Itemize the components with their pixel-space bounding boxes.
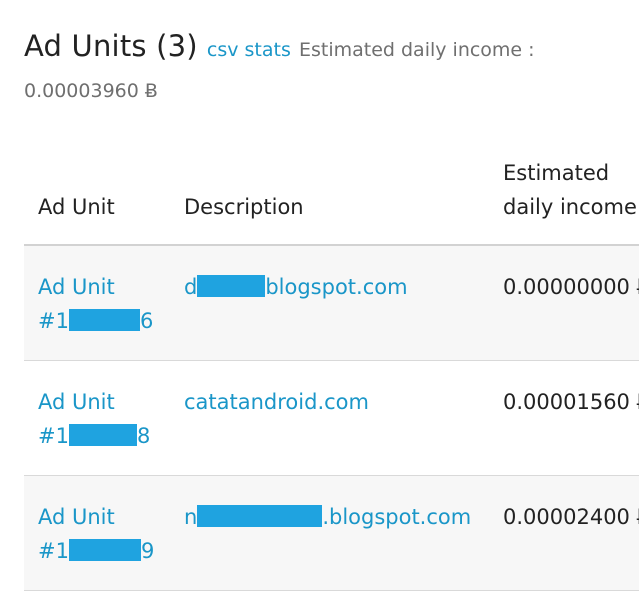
- title-line: Ad Units (3) csv stats Estimated daily i…: [24, 28, 624, 69]
- ad-unit-cell: Ad Unit #1 6: [24, 245, 170, 361]
- table-header-row: Ad Unit Description Estimated daily inco…: [24, 152, 639, 246]
- page-title: Ad Units (3): [24, 29, 198, 63]
- income-cell: 0.00001560 Ƀ: [489, 360, 639, 476]
- estimated-income-label: Estimated daily income :: [298, 39, 535, 61]
- description-link[interactable]: n .blogspot.com: [184, 505, 471, 529]
- estimated-income-value: 0.00003960 Ƀ: [24, 80, 158, 102]
- column-header-ad-unit: Ad Unit: [24, 152, 170, 246]
- redaction-block: [68, 424, 137, 446]
- column-header-description: Description: [170, 152, 489, 246]
- description-link[interactable]: d blogspot.com: [184, 275, 408, 299]
- income-cell: 0.00002400 Ƀ: [489, 475, 639, 591]
- page-header: Ad Units (3) csv stats Estimated daily i…: [24, 28, 624, 69]
- ad-unit-link[interactable]: Ad Unit #1 8: [38, 390, 150, 448]
- ad-unit-cell: Ad Unit #1 8: [24, 360, 170, 476]
- description-cell: catatandroid.com: [170, 360, 489, 476]
- csv-stats-link[interactable]: csv stats: [207, 39, 291, 61]
- redaction-block: [68, 539, 141, 561]
- description-link[interactable]: catatandroid.com: [184, 390, 369, 414]
- table-row: Ad Unit #1 9 n .blogspot.com 0.00002400 Ƀ: [24, 475, 639, 591]
- ad-units-table: Ad Unit Description Estimated daily inco…: [24, 152, 639, 591]
- column-header-estimated-income: Estimated daily income: [489, 152, 639, 246]
- ad-unit-link[interactable]: Ad Unit #1 6: [38, 275, 153, 333]
- table-row: Ad Unit #1 8 catatandroid.com 0.00001560 Ƀ: [24, 360, 639, 476]
- table-row: Ad Unit #1 6 d blogspot.com 0.00000000 Ƀ: [24, 245, 639, 361]
- income-cell: 0.00000000 Ƀ: [489, 245, 639, 361]
- ad-unit-cell: Ad Unit #1 9: [24, 475, 170, 591]
- redaction-block: [68, 309, 140, 331]
- description-cell: d blogspot.com: [170, 245, 489, 361]
- redaction-block: [197, 505, 323, 527]
- ad-unit-link[interactable]: Ad Unit #1 9: [38, 505, 154, 563]
- redaction-block: [197, 275, 266, 297]
- description-cell: n .blogspot.com: [170, 475, 489, 591]
